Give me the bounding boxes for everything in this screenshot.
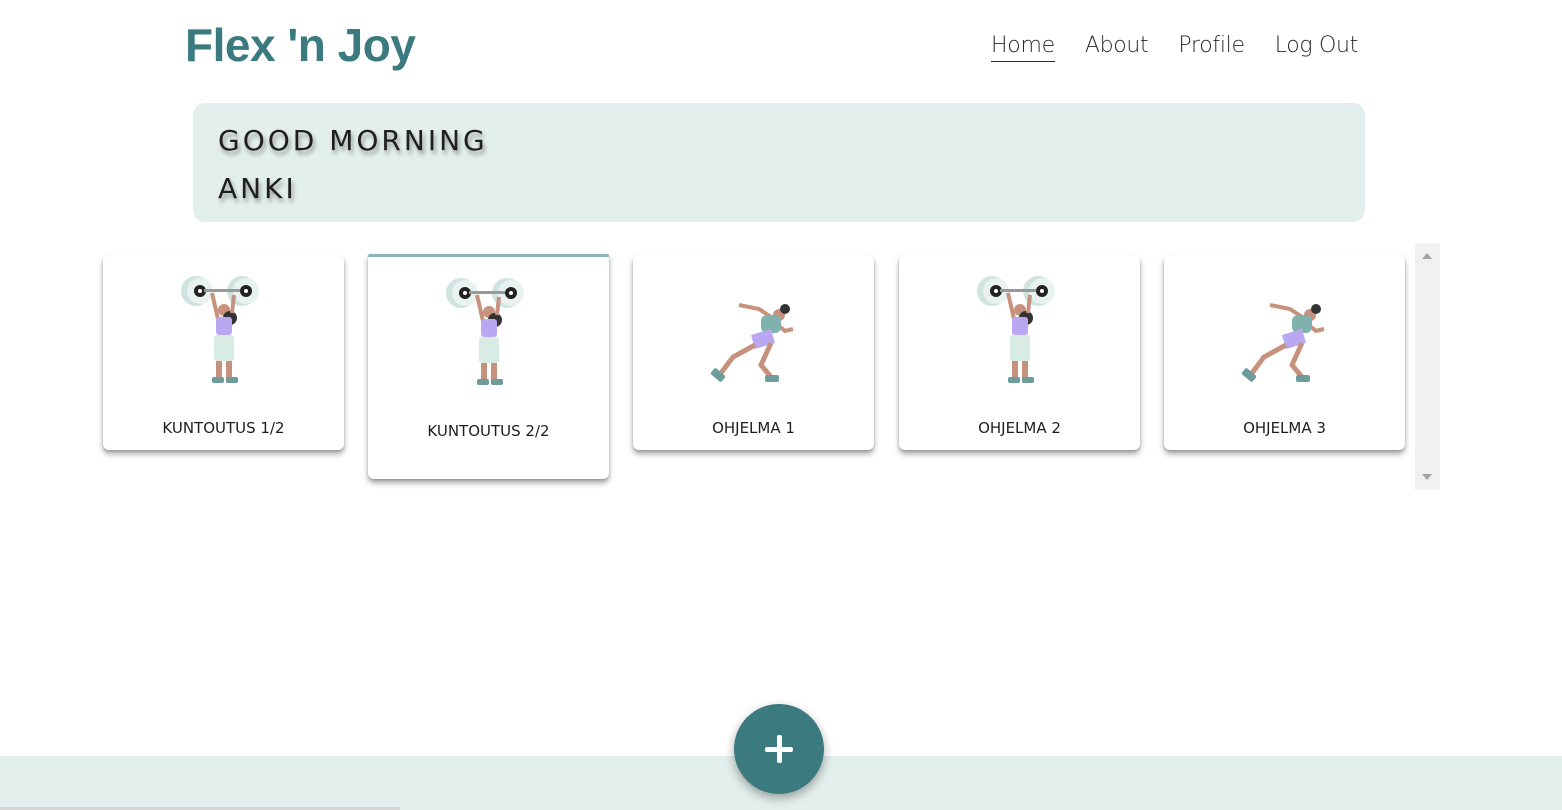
- runner-icon: [1164, 273, 1405, 393]
- cards-scrollbar[interactable]: [1415, 243, 1440, 490]
- greeting-panel: GOOD MORNING ANKI: [193, 103, 1365, 222]
- greeting-text: GOOD MORNING: [218, 124, 488, 157]
- program-card-label: OHJELMA 1: [712, 419, 795, 437]
- weightlifter-icon: [103, 273, 344, 393]
- nav-about[interactable]: About: [1085, 33, 1149, 62]
- add-program-button[interactable]: [734, 704, 824, 794]
- nav-log-out[interactable]: Log Out: [1275, 33, 1359, 62]
- program-card-ohjelma-3[interactable]: OHJELMA 3: [1164, 255, 1405, 450]
- program-card-label: OHJELMA 3: [1243, 419, 1326, 437]
- weightlifter-icon: [899, 273, 1140, 393]
- scroll-down-icon[interactable]: [1422, 474, 1432, 480]
- scroll-up-icon[interactable]: [1422, 253, 1432, 259]
- runner-icon: [633, 273, 874, 393]
- program-card-ohjelma-1[interactable]: OHJELMA 1: [633, 255, 874, 450]
- program-cards-list: KUNTOUTUS 1/2 KUNTOUTUS 2/2 OHJELMA 1 OH…: [95, 243, 1440, 490]
- program-card-kuntoutus-2[interactable]: KUNTOUTUS 2/2: [368, 254, 609, 479]
- header: Flex 'n Joy Home About Profile Log Out: [0, 0, 1562, 95]
- program-card-label: OHJELMA 2: [978, 419, 1061, 437]
- program-card-label: KUNTOUTUS 1/2: [162, 419, 285, 437]
- program-card-label: KUNTOUTUS 2/2: [427, 422, 550, 440]
- nav-home[interactable]: Home: [991, 33, 1055, 62]
- greeting-username: ANKI: [218, 172, 297, 205]
- nav-profile[interactable]: Profile: [1178, 33, 1245, 62]
- program-card-ohjelma-2[interactable]: OHJELMA 2: [899, 255, 1140, 450]
- weightlifter-icon: [368, 275, 609, 395]
- main-nav: Home About Profile Log Out: [991, 33, 1358, 62]
- brand-title[interactable]: Flex 'n Joy: [185, 18, 416, 72]
- program-card-kuntoutus-1[interactable]: KUNTOUTUS 1/2: [103, 255, 344, 450]
